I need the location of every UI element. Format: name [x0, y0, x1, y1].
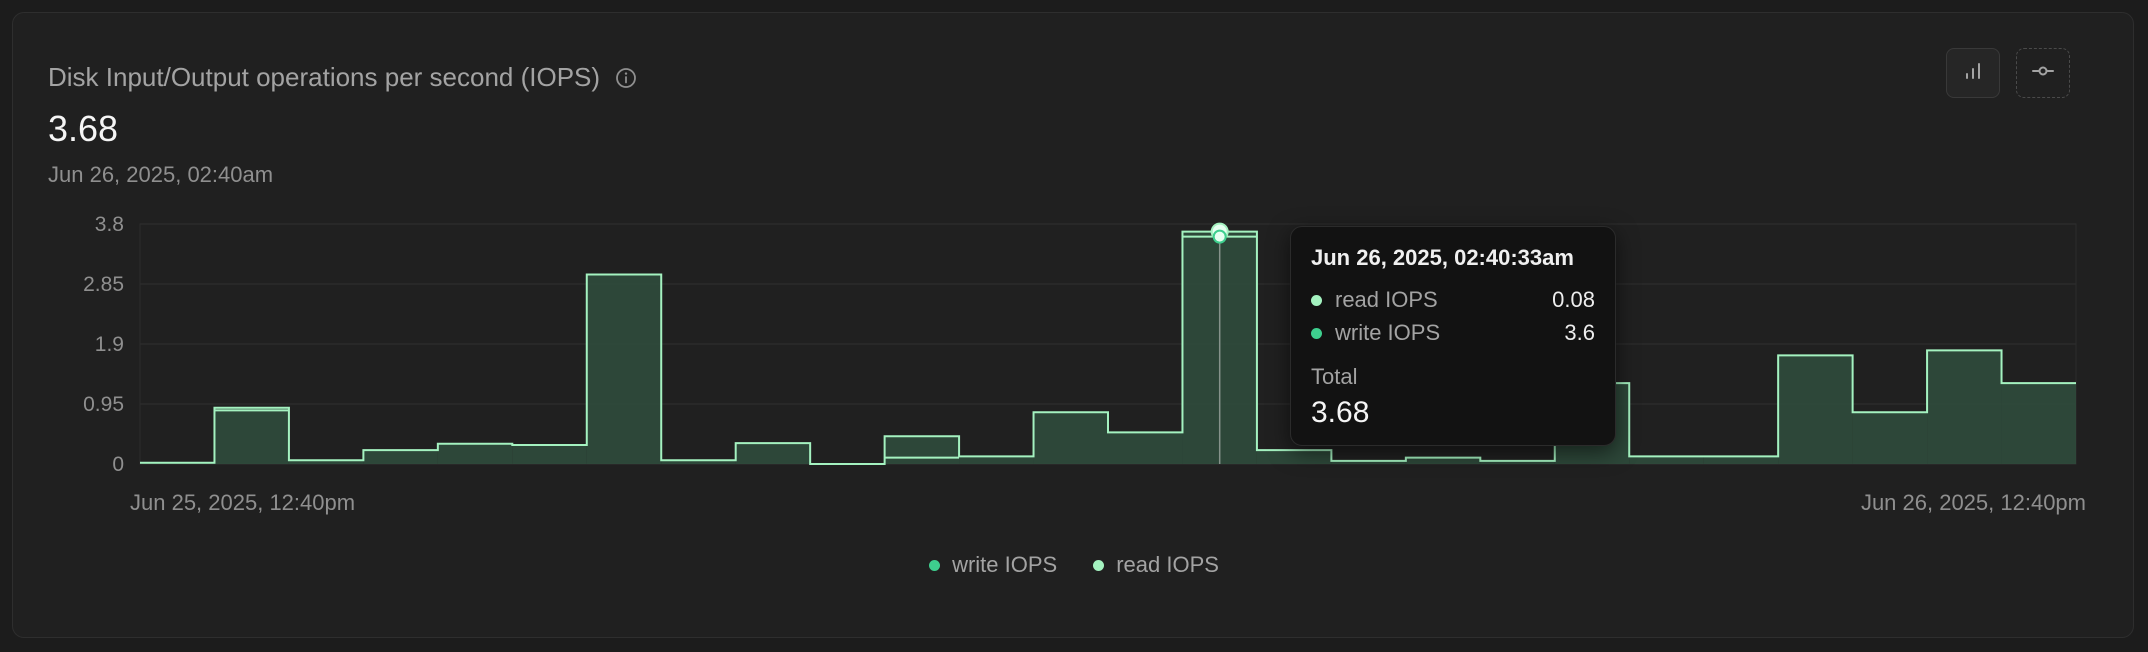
tooltip-total-value: 3.68	[1311, 396, 1370, 429]
area-step	[884, 436, 960, 464]
area-step	[959, 456, 1034, 464]
hover-point-write	[1212, 229, 1227, 244]
y-tick-label: 2.85	[83, 273, 124, 296]
read-legend-dot	[1093, 559, 1105, 571]
area-step	[1108, 432, 1183, 464]
tooltip-total-label: Total	[1311, 364, 1358, 389]
area-step	[1852, 412, 1928, 464]
area-step	[512, 445, 587, 464]
read-series-dot	[1311, 294, 1322, 306]
tooltip-row-value: 3.6	[1564, 320, 1595, 345]
legend-label: read IOPS	[1116, 552, 1219, 577]
y-tick-label: 1.9	[95, 333, 124, 356]
chart-tooltip: Jun 26, 2025, 02:40:33am read IOPS 0.08 …	[1290, 226, 1616, 446]
area-step	[2001, 383, 2076, 464]
area-step	[214, 407, 289, 464]
area-step	[1033, 412, 1108, 464]
legend-label: write IOPS	[952, 552, 1058, 577]
legend-item-read[interactable]: read IOPS	[1093, 552, 1219, 578]
y-tick-label: 0	[112, 453, 124, 476]
y-tick-label: 0.95	[83, 393, 124, 416]
area-step	[1703, 456, 1779, 464]
area-step	[1629, 456, 1704, 464]
area-step	[1778, 355, 1853, 464]
tooltip-row-write: write IOPS 3.6	[1311, 320, 1595, 346]
chart-legend: write IOPS read IOPS	[0, 552, 2148, 578]
write-legend-dot	[929, 559, 941, 571]
legend-item-write[interactable]: write IOPS	[929, 552, 1057, 578]
area-step	[735, 443, 811, 464]
tooltip-row-read: read IOPS 0.08	[1311, 287, 1595, 313]
area-step	[586, 274, 662, 464]
tooltip-row-value: 0.08	[1552, 287, 1595, 312]
write-series-dot	[1311, 327, 1322, 339]
tooltip-row-label: write IOPS	[1335, 320, 1441, 345]
area-step	[363, 450, 438, 464]
area-step	[1927, 350, 2002, 464]
y-tick-label: 3.8	[95, 213, 124, 236]
tooltip-date: Jun 26, 2025, 02:40:33am	[1311, 245, 1574, 270]
x-tick-label-start: Jun 25, 2025, 12:40pm	[130, 490, 355, 515]
area-step	[437, 443, 513, 464]
tooltip-row-label: read IOPS	[1335, 287, 1438, 312]
area-step	[1256, 450, 1332, 464]
x-tick-label-end: Jun 26, 2025, 12:40pm	[1861, 490, 2086, 515]
